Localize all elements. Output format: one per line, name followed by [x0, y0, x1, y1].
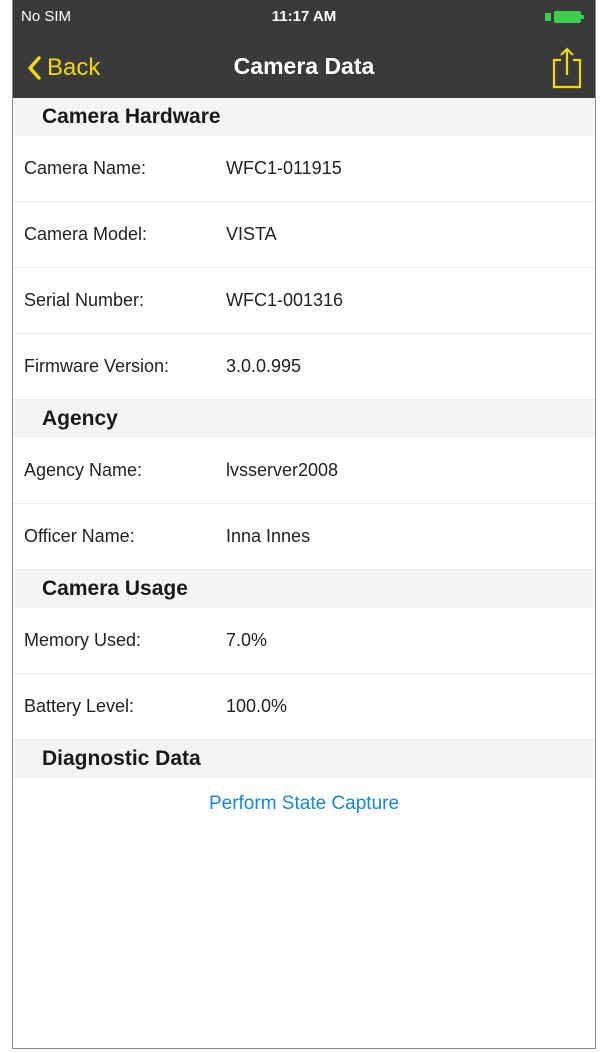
list-item-battery-level: Battery Level: 100.0% [13, 674, 595, 740]
section-header-diagnostic-data: Diagnostic Data [13, 740, 595, 778]
firmware-version-value: 3.0.0.995 [226, 356, 302, 376]
list-item-camera-model: Camera Model: VISTA [13, 202, 595, 268]
share-icon[interactable] [551, 46, 583, 90]
battery-level-value: 100.0% [226, 696, 288, 716]
serial-number-label: Serial Number: [24, 290, 145, 310]
app-window: No SIM 11:17 AM Back Camera Data Camera … [12, 0, 596, 1049]
serial-number-value: WFC1-001316 [226, 290, 344, 310]
status-time: 11:17 AM [271, 8, 337, 25]
list-item-firmware-version: Firmware Version: 3.0.0.995 [13, 334, 595, 400]
camera-name-label: Camera Name: [24, 158, 147, 178]
camera-data-list: Camera Hardware Camera Name: WFC1-011915… [13, 98, 595, 830]
agency-name-value: lvsserver2008 [226, 460, 339, 480]
top-bar: No SIM 11:17 AM Back Camera Data [13, 0, 595, 98]
camera-name-value: WFC1-011915 [226, 158, 342, 178]
section-header-camera-hardware: Camera Hardware [13, 98, 595, 136]
list-item-officer-name: Officer Name: Inna Innes [13, 504, 595, 570]
camera-model-value: VISTA [226, 224, 277, 244]
list-item-camera-name: Camera Name: WFC1-011915 [13, 136, 595, 202]
battery-icon [545, 11, 584, 23]
memory-used-label: Memory Used: [24, 630, 142, 650]
page-title: Camera Data [233, 53, 375, 79]
agency-name-label: Agency Name: [24, 460, 143, 480]
firmware-version-label: Firmware Version: [24, 356, 170, 376]
section-header-camera-usage: Camera Usage [13, 570, 595, 608]
officer-name-label: Officer Name: [24, 526, 135, 546]
section-header-agency: Agency [13, 400, 595, 438]
list-item-serial-number: Serial Number: WFC1-001316 [13, 268, 595, 334]
perform-state-capture-button[interactable]: Perform State Capture [13, 778, 595, 830]
list-item-agency-name: Agency Name: lvsserver2008 [13, 438, 595, 504]
memory-used-value: 7.0% [226, 630, 268, 650]
list-item-memory-used: Memory Used: 7.0% [13, 608, 595, 674]
camera-model-label: Camera Model: [24, 224, 148, 244]
officer-name-value: Inna Innes [226, 526, 311, 546]
battery-level-label: Battery Level: [24, 696, 135, 716]
